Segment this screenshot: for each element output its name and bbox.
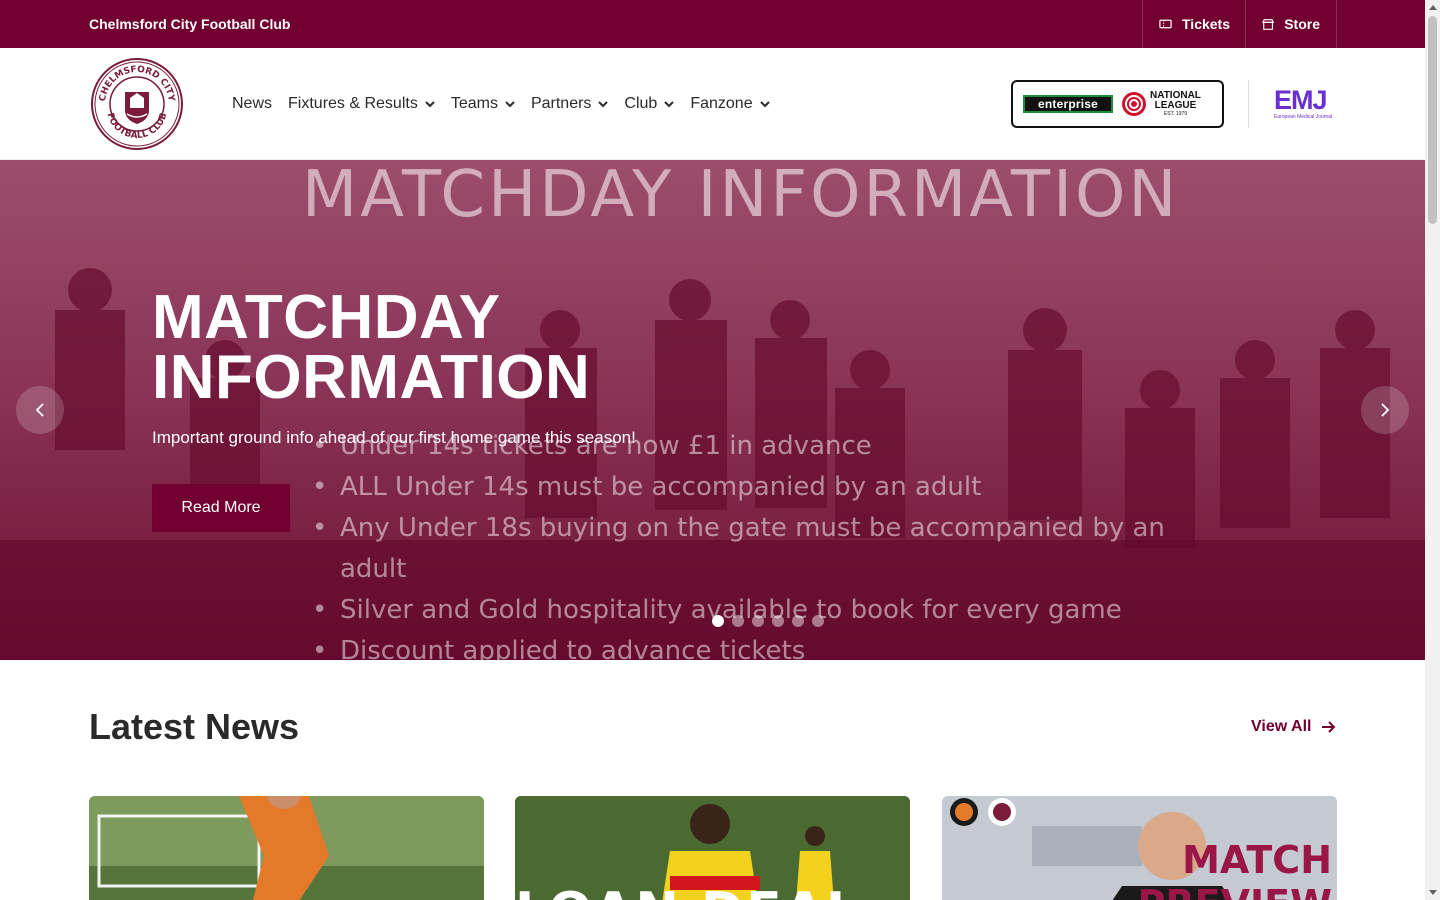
nav-item-teams[interactable]: Teams	[451, 95, 515, 113]
hero-slider: MATCHDAY INFORMATION Under 14s tickets a…	[0, 160, 1425, 660]
slider-dot[interactable]	[812, 615, 824, 627]
nl-line3: EST. 1979	[1163, 111, 1187, 117]
chevron-right-icon	[1381, 403, 1390, 417]
scroll-up-arrow-icon[interactable]	[1425, 0, 1440, 14]
chevron-left-icon	[35, 403, 44, 417]
tickets-button[interactable]: Tickets	[1142, 0, 1246, 48]
main-header: CHELMSFORD CITY FOOTBALL CLUB News Fixtu…	[0, 48, 1425, 160]
enterprise-logo: enterprise	[1023, 95, 1113, 113]
news-card-image	[89, 796, 484, 900]
main-nav: News Fixtures & Results Teams Partners C…	[232, 48, 786, 160]
hero-title-line1: MATCHDAY	[152, 283, 501, 352]
emj-sub: European Medical Journal	[1274, 114, 1333, 120]
ticket-icon	[1159, 19, 1172, 29]
slider-dot[interactable]	[752, 615, 764, 627]
arrow-right-icon	[1322, 721, 1336, 733]
tickets-label: Tickets	[1182, 16, 1230, 32]
nav-label: Fanzone	[690, 95, 753, 112]
club-name: Chelmsford City Football Club	[89, 16, 291, 32]
top-bar: Chelmsford City Football Club Tickets St…	[0, 0, 1425, 48]
nav-item-partners[interactable]: Partners	[530, 95, 609, 113]
news-card[interactable]: MATCH PREVIEW	[942, 796, 1337, 900]
national-league-emblem-icon	[1122, 92, 1146, 116]
slider-dot[interactable]	[712, 615, 724, 627]
view-all-link[interactable]: View All	[1251, 718, 1336, 736]
nav-label: Teams	[450, 95, 498, 112]
news-card[interactable]	[89, 796, 484, 900]
nav-item-fixtures-results[interactable]: Fixtures & Results	[288, 95, 435, 113]
news-card[interactable]: LOAN DEAL	[515, 796, 910, 900]
list-item: Any Under 18s buying on the gate must be…	[312, 508, 1172, 590]
club-crest-logo[interactable]: CHELMSFORD CITY FOOTBALL CLUB	[91, 58, 183, 150]
chevron-down-icon	[505, 100, 515, 107]
list-item: ALL Under 14s must be accompanied by an …	[312, 467, 1172, 508]
page-scrollbar[interactable]	[1425, 0, 1440, 900]
emj-mark: EMJ	[1274, 85, 1328, 115]
nav-item-fanzone[interactable]: Fanzone	[690, 95, 770, 113]
slider-dot[interactable]	[732, 615, 744, 627]
read-more-button[interactable]: Read More	[152, 484, 290, 532]
slide-background-heading: MATCHDAY INFORMATION	[302, 160, 1180, 232]
national-league-logo: NATIONAL LEAGUE EST. 1979	[1121, 91, 1201, 117]
view-all-label: View All	[1251, 718, 1312, 735]
nav-label: Fixtures & Results	[288, 95, 418, 112]
list-item: Discount applied to advance tickets	[312, 631, 1172, 660]
nav-item-news[interactable]: News	[232, 95, 272, 113]
slider-dot[interactable]	[792, 615, 804, 627]
hero-title: MATCHDAY INFORMATION	[152, 287, 590, 409]
latest-news-heading: Latest News	[89, 706, 300, 747]
slider-next-button[interactable]	[1361, 386, 1409, 434]
chevron-down-icon	[759, 100, 770, 107]
emj-sponsor-logo[interactable]: EMJ European Medical Journal	[1274, 86, 1336, 122]
store-label: Store	[1284, 16, 1320, 32]
nav-label: News	[232, 95, 273, 112]
scrollbar-thumb[interactable]	[1428, 16, 1437, 224]
league-sponsor-logo[interactable]: enterprise NATIONAL LEAGUE EST. 1979	[1011, 80, 1224, 128]
chevron-down-icon	[598, 100, 609, 107]
nav-item-club[interactable]: Club	[624, 95, 675, 113]
hero-subtitle: Important ground info ahead of our first…	[152, 428, 636, 447]
nav-label: Club	[624, 95, 658, 112]
chevron-down-icon	[425, 100, 435, 107]
header-divider	[1248, 80, 1249, 128]
scroll-down-arrow-icon[interactable]	[1425, 886, 1440, 900]
chevron-down-icon	[664, 100, 675, 107]
news-card-overlay-text: LOAN DEAL	[515, 882, 861, 900]
nl-line2: LEAGUE	[1154, 100, 1197, 111]
slider-dot[interactable]	[772, 615, 784, 627]
nav-label: Partners	[530, 95, 592, 112]
slider-dots	[712, 615, 824, 627]
slider-prev-button[interactable]	[16, 386, 64, 434]
store-icon	[1262, 18, 1275, 30]
hero-title-line2: INFORMATION	[152, 343, 591, 412]
store-button[interactable]: Store	[1245, 0, 1337, 48]
news-card-overlay-text: MATCH PREVIEW	[1138, 838, 1333, 900]
